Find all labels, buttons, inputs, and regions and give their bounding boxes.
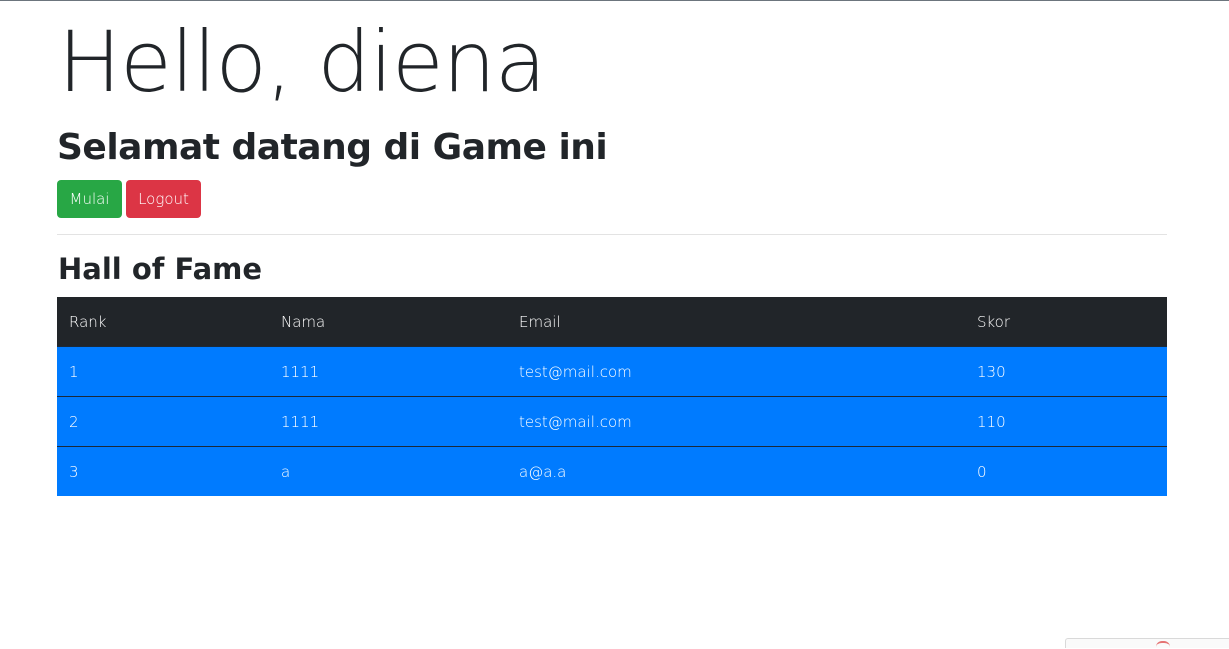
cell-email: a@a.a	[519, 462, 567, 481]
cell-nama: 1111	[281, 362, 320, 381]
table-row: 1 1111 test@mail.com 130	[57, 346, 1167, 397]
cell-email: test@mail.com	[519, 362, 632, 381]
hall-of-fame-table: Rank Nama Email Skor 1 1111 test@mail.co…	[57, 297, 1167, 496]
column-header-skor: Skor	[977, 312, 1011, 331]
table-row: 3 a a@a.a 0	[57, 446, 1167, 496]
cell-rank: 2	[69, 412, 79, 431]
greeting-title: Hello, diena	[58, 13, 546, 111]
table-header-row: Rank Nama Email Skor	[57, 297, 1167, 347]
cell-email: test@mail.com	[519, 412, 632, 431]
logout-button[interactable]: Logout	[126, 180, 201, 218]
column-header-nama: Nama	[281, 312, 326, 331]
welcome-subtitle: Selamat datang di Game ini	[57, 127, 608, 168]
cell-rank: 1	[69, 362, 79, 381]
divider	[57, 234, 1167, 235]
top-border	[0, 0, 1229, 1]
cell-skor: 110	[977, 412, 1006, 431]
column-header-email: Email	[519, 312, 561, 331]
cell-rank: 3	[69, 462, 79, 481]
column-header-rank: Rank	[69, 312, 107, 331]
hall-of-fame-title: Hall of Fame	[58, 252, 263, 286]
action-buttons: Mulai Logout	[57, 180, 201, 218]
cell-skor: 0	[977, 462, 987, 481]
cell-skor: 130	[977, 362, 1006, 381]
recaptcha-badge-icon	[1156, 641, 1170, 649]
start-button[interactable]: Mulai	[57, 180, 122, 218]
table-row: 2 1111 test@mail.com 110	[57, 396, 1167, 447]
cell-nama: 1111	[281, 412, 320, 431]
cell-nama: a	[281, 462, 291, 481]
